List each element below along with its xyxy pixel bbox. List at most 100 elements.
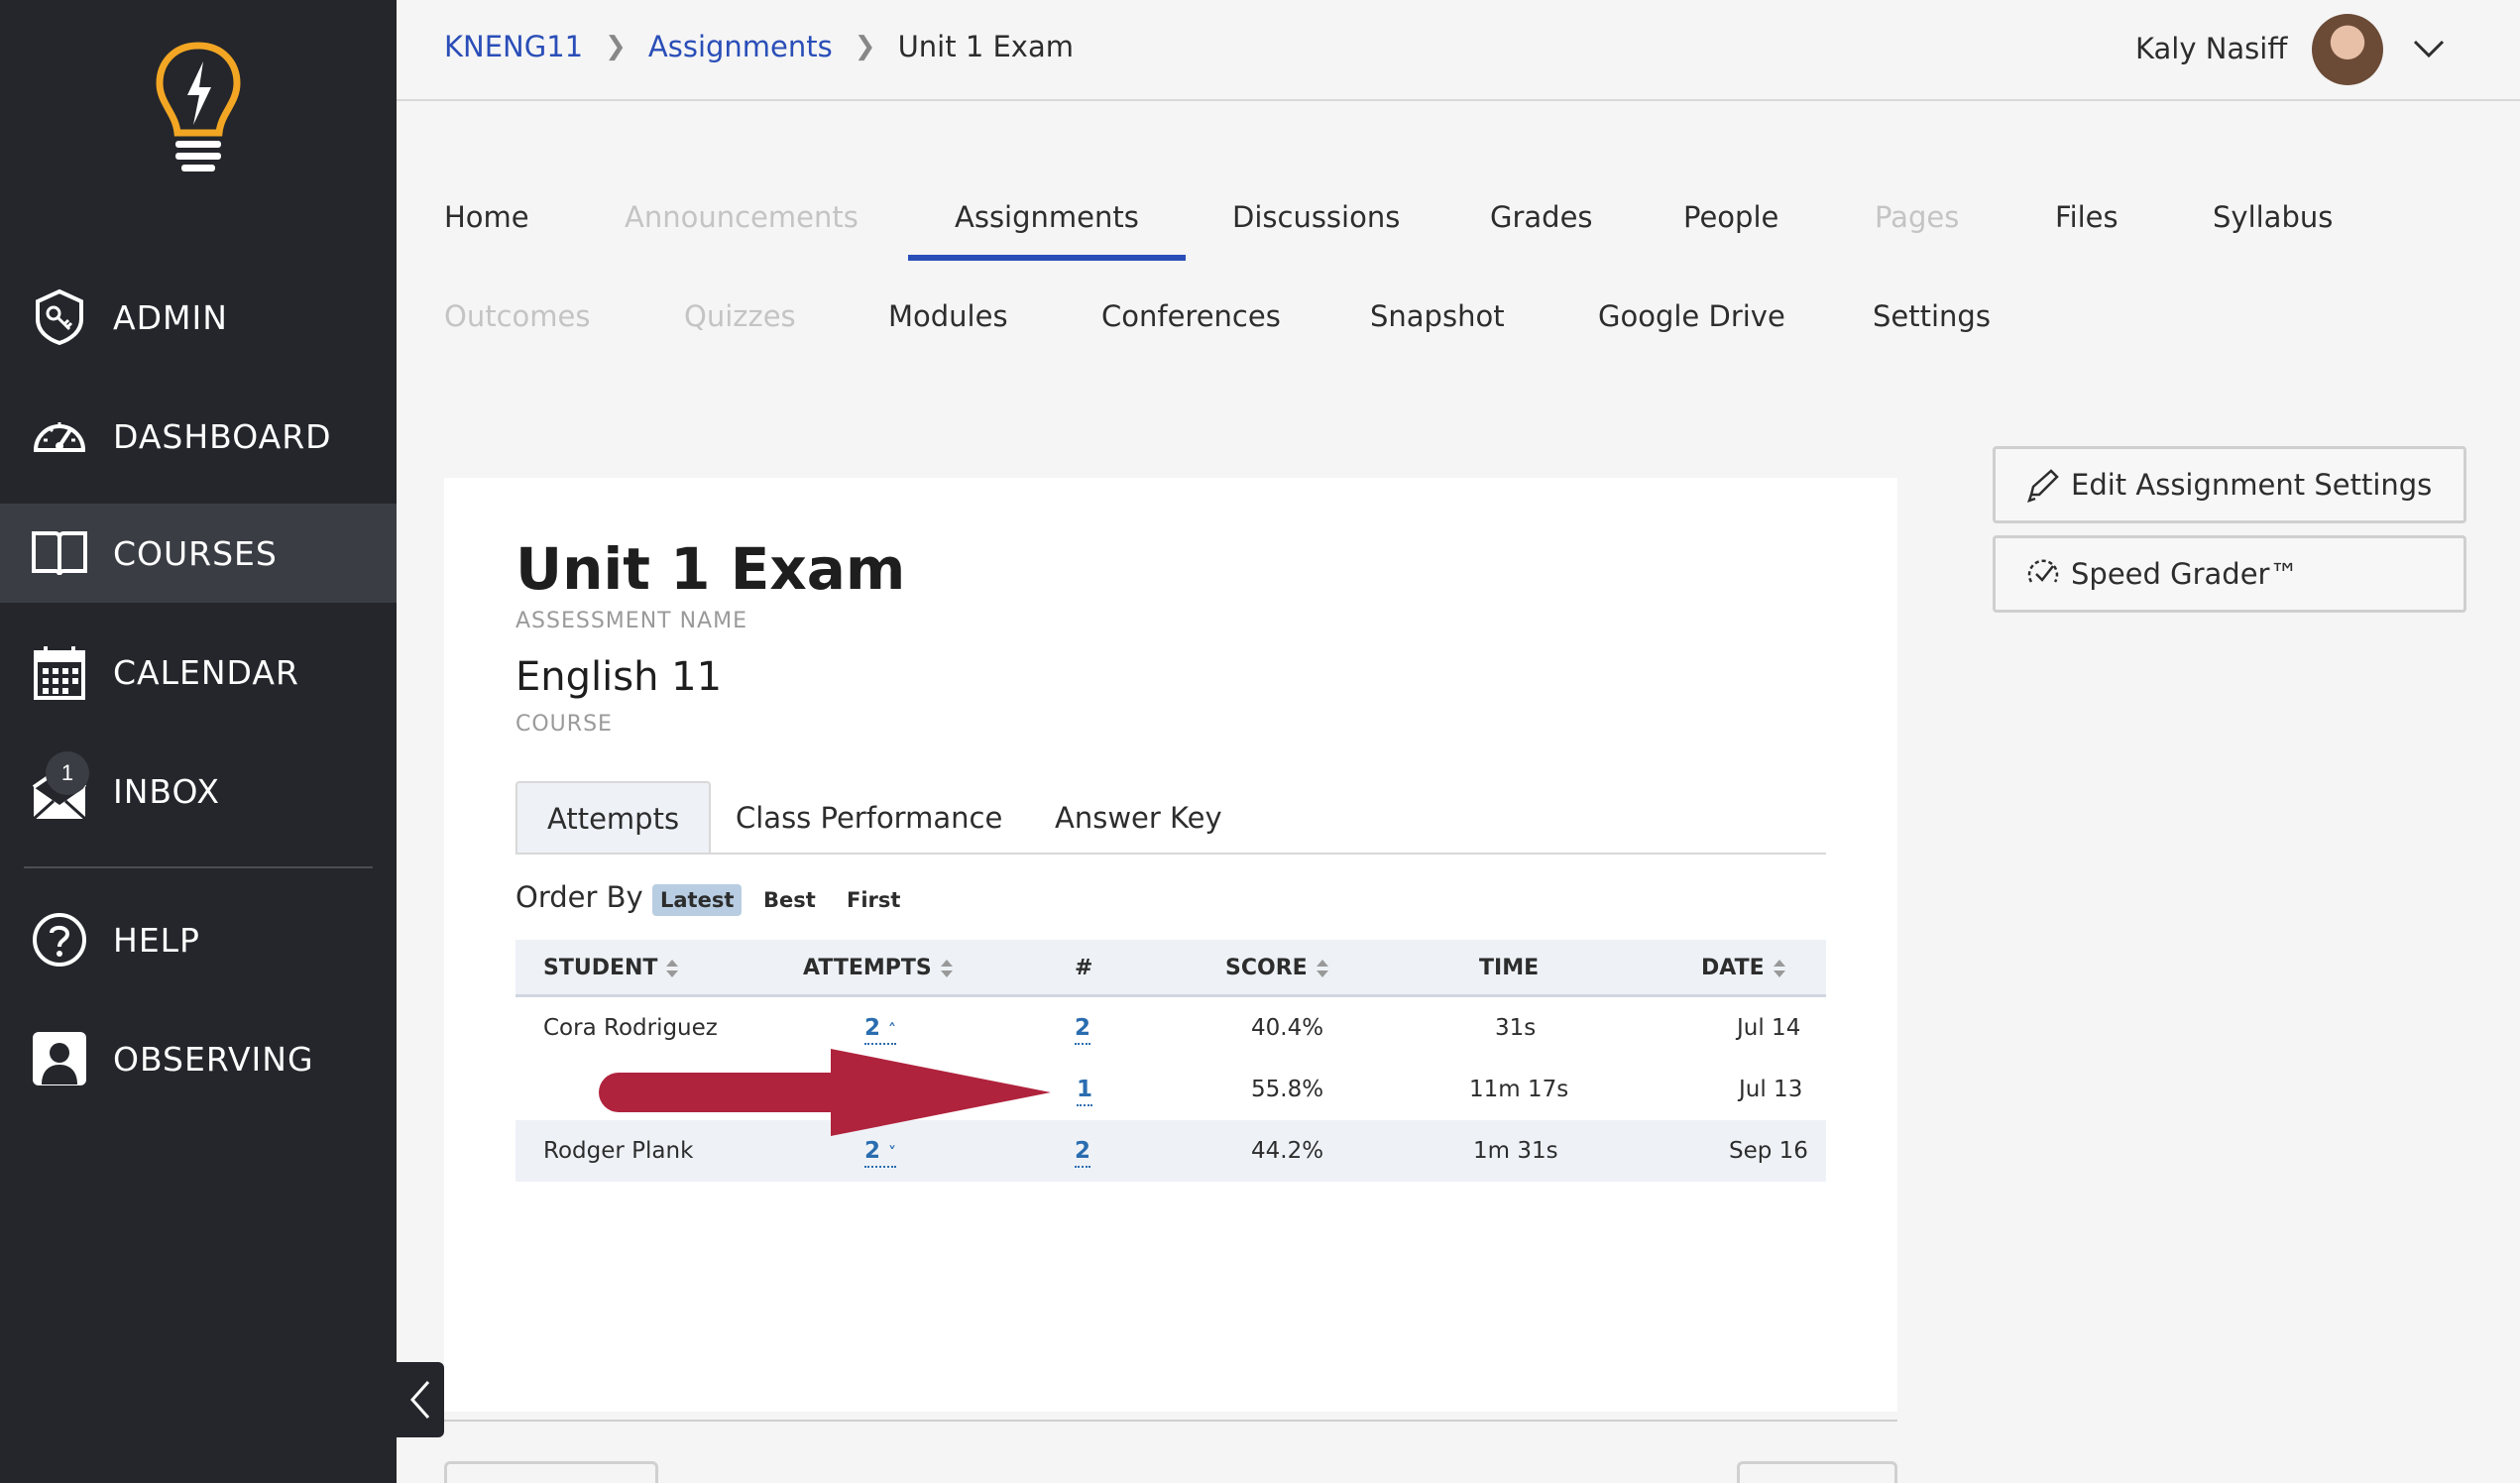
user-square-icon <box>33 1032 86 1085</box>
column-label: STUDENT <box>543 956 658 980</box>
card-divider <box>444 1420 1897 1422</box>
column-label: TIME <box>1479 956 1540 980</box>
column-student[interactable]: STUDENT <box>543 956 679 980</box>
calendar-icon <box>34 646 85 700</box>
sort-icon <box>940 959 953 977</box>
attempts-toggle[interactable]: 2 ˄ <box>864 1015 897 1045</box>
column-label: # <box>1075 956 1093 980</box>
attempt-number-link[interactable]: 2 <box>1075 1138 1091 1168</box>
inbox-count-badge: 1 <box>46 751 89 795</box>
breadcrumb-current: Unit 1 Exam <box>897 30 1074 63</box>
course-nav-google-drive[interactable]: Google Drive <box>1598 299 1785 333</box>
avatar[interactable] <box>2312 14 2383 85</box>
column-number: # <box>1075 956 1092 980</box>
column-label: SCORE <box>1225 956 1308 980</box>
edit-assignment-settings-button[interactable]: Edit Assignment Settings <box>1993 446 2466 523</box>
sidebar-item-label: ADMIN <box>113 297 228 337</box>
breadcrumb-separator-icon: ❯ <box>854 32 876 61</box>
time: 31s <box>1495 1015 1537 1041</box>
lightbulb-logo-icon[interactable] <box>154 42 243 180</box>
column-attempts[interactable]: ATTEMPTS <box>803 956 954 980</box>
sidebar-item-help[interactable]: HELP <box>0 890 397 989</box>
tab-class-performance[interactable]: Class Performance <box>706 781 1032 855</box>
help-circle-icon <box>33 913 86 967</box>
student-name: Cora Rodriguez <box>543 1015 718 1041</box>
assessment-name-caption: ASSESSMENT NAME <box>515 609 747 633</box>
course-nav-home[interactable]: Home <box>444 200 529 234</box>
sidebar-item-label: DASHBOARD <box>113 416 332 456</box>
tabs-divider <box>515 853 1826 855</box>
course-nav-modules[interactable]: Modules <box>888 299 1008 333</box>
attempt-number-link[interactable]: 2 <box>1075 1015 1091 1045</box>
time: 1m 31s <box>1473 1138 1558 1164</box>
attempt-number-link[interactable]: 1 <box>1077 1077 1093 1106</box>
top-bar: KNENG11 ❯ Assignments ❯ Unit 1 Exam Kaly… <box>397 0 2520 101</box>
course-nav-pages: Pages <box>1875 200 1960 234</box>
course-nav-announcements: Announcements <box>625 200 859 234</box>
chevron-up-icon: ˄ <box>888 1020 897 1039</box>
course-nav-settings[interactable]: Settings <box>1873 299 1991 333</box>
course-nav-conferences[interactable]: Conferences <box>1101 299 1281 333</box>
user-name[interactable]: Kaly Nasiff <box>2135 32 2287 65</box>
course-nav-files[interactable]: Files <box>2055 200 2119 234</box>
chevron-left-icon <box>409 1381 430 1419</box>
button-label: Edit Assignment Settings <box>2071 468 2433 502</box>
breadcrumb-course[interactable]: KNENG11 <box>444 30 583 63</box>
sort-icon <box>1773 959 1785 977</box>
course-nav-outcomes: Outcomes <box>444 299 591 333</box>
course-nav-discussions[interactable]: Discussions <box>1232 200 1400 234</box>
speedometer-icon <box>33 422 86 452</box>
speed-grader-button[interactable]: Speed Grader™ <box>1993 535 2466 613</box>
breadcrumb-separator-icon: ❯ <box>605 32 627 61</box>
sidebar-divider <box>24 866 373 868</box>
course-nav-quizzes: Quizzes <box>684 299 796 333</box>
button-label: Speed Grader™ <box>2071 557 2299 591</box>
attempts-count: 2 <box>864 1138 881 1164</box>
breadcrumb-assignments[interactable]: Assignments <box>648 30 833 63</box>
sidebar-item-courses[interactable]: COURSES <box>0 504 397 603</box>
column-date[interactable]: DATE <box>1701 956 1786 980</box>
order-best-button[interactable]: Best <box>755 884 824 916</box>
date: Jul 13 <box>1739 1077 1803 1102</box>
column-score[interactable]: SCORE <box>1225 956 1329 980</box>
sidebar-item-dashboard[interactable]: DASHBOARD <box>0 387 397 486</box>
attempts-count: 2 <box>864 1015 881 1041</box>
tab-answer-key[interactable]: Answer Key <box>1025 781 1252 855</box>
active-tab-indicator <box>908 255 1186 261</box>
course-nav-snapshot[interactable]: Snapshot <box>1370 299 1505 333</box>
sidebar: ADMIN DASHBOARD COURSES CALENDAR INBOX 1… <box>0 0 397 1483</box>
sidebar-item-admin[interactable]: ADMIN <box>0 268 397 367</box>
score: 44.2% <box>1251 1138 1324 1164</box>
course-nav-syllabus[interactable]: Syllabus <box>2213 200 2333 234</box>
order-by-label: Order By <box>515 880 643 914</box>
course-nav-people[interactable]: People <box>1683 200 1778 234</box>
date: Sep 16 <box>1729 1138 1808 1164</box>
shield-key-icon <box>36 288 83 346</box>
date: Jul 14 <box>1737 1015 1801 1041</box>
collapse-sidebar-button[interactable] <box>397 1362 444 1437</box>
sidebar-item-label: OBSERVING <box>113 1039 314 1079</box>
order-first-button[interactable]: First <box>839 884 908 916</box>
breadcrumb: KNENG11 ❯ Assignments ❯ Unit 1 Exam <box>444 30 1074 63</box>
course-nav-assignments[interactable]: Assignments <box>955 200 1139 234</box>
course-nav-grades[interactable]: Grades <box>1490 200 1593 234</box>
column-time: TIME <box>1479 956 1539 980</box>
page-title: Unit 1 Exam <box>515 535 906 603</box>
sidebar-item-label: INBOX <box>113 771 220 811</box>
speed-grader-icon <box>2027 559 2059 583</box>
chevron-down-icon: ˅ <box>888 1143 897 1162</box>
book-icon <box>32 531 87 576</box>
score: 55.8% <box>1251 1077 1324 1102</box>
column-label: ATTEMPTS <box>803 956 932 980</box>
attempts-toggle[interactable]: 2 ˅ <box>864 1138 897 1168</box>
chevron-down-icon[interactable] <box>2411 34 2447 63</box>
course-name: English 11 <box>515 654 723 700</box>
column-label: DATE <box>1701 956 1765 980</box>
sort-icon <box>1316 959 1328 977</box>
tab-attempts[interactable]: Attempts <box>515 781 712 855</box>
footer-button-right[interactable] <box>1737 1461 1897 1483</box>
sidebar-item-observing[interactable]: OBSERVING <box>0 1009 397 1108</box>
sidebar-item-calendar[interactable]: CALENDAR <box>0 623 397 722</box>
order-latest-button[interactable]: Latest <box>652 884 743 916</box>
footer-button-left[interactable] <box>444 1461 658 1483</box>
